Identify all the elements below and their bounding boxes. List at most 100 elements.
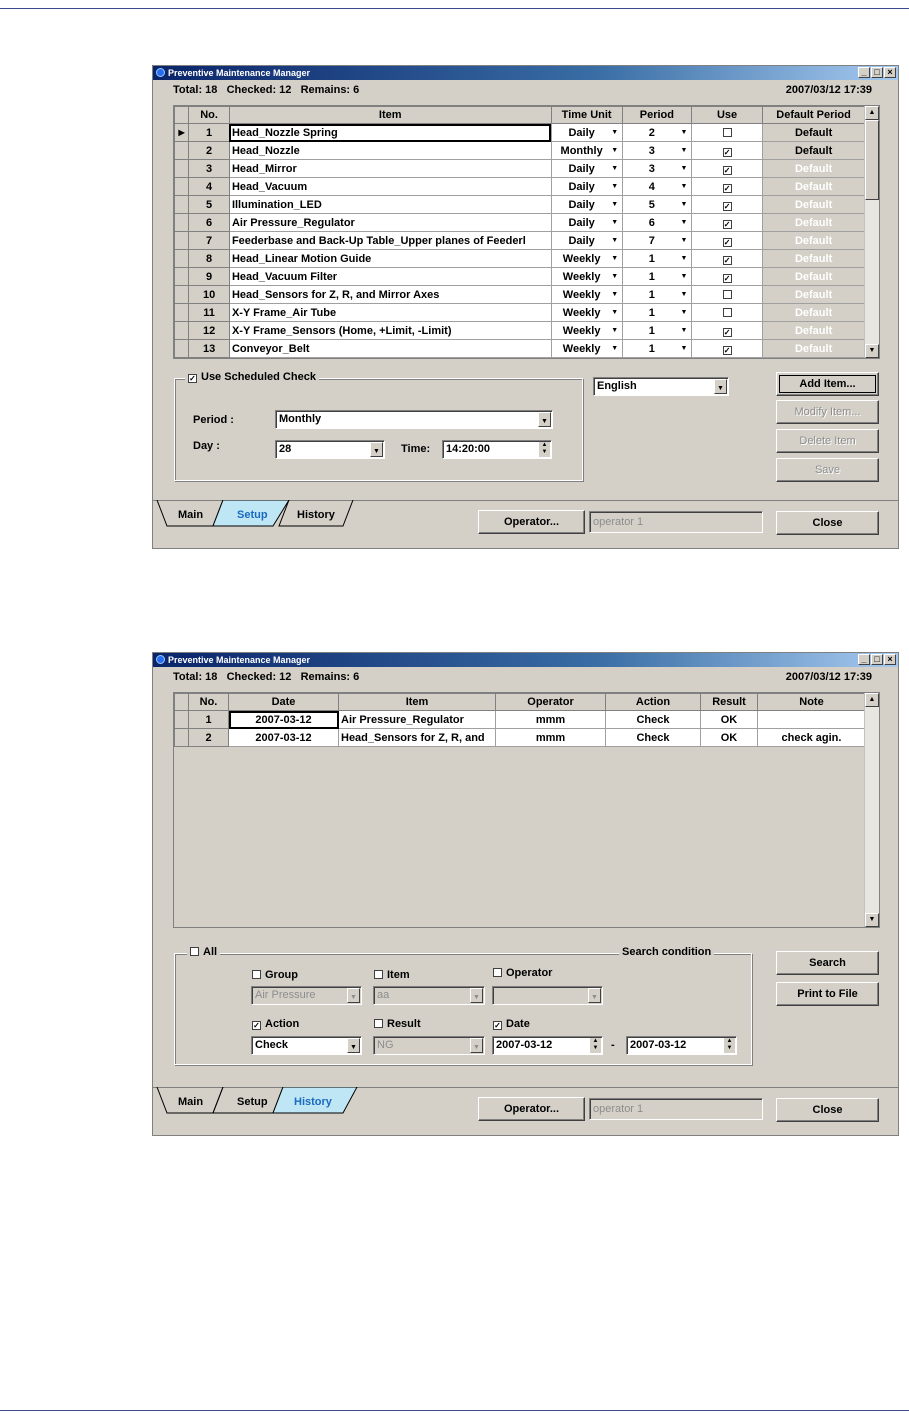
- row-selector[interactable]: [173, 159, 190, 178]
- minimize-icon[interactable]: _: [858, 654, 870, 665]
- result-option[interactable]: Result: [374, 1018, 421, 1030]
- chevron-down-icon[interactable]: ▼: [610, 255, 620, 262]
- use-checkbox[interactable]: ✓: [722, 327, 732, 337]
- close-button[interactable]: Close: [776, 511, 879, 535]
- cell-period[interactable]: 7 ▼: [621, 231, 692, 250]
- cell-result[interactable]: OK: [700, 728, 758, 747]
- use-checkbox[interactable]: ✓: [722, 273, 732, 283]
- scroll-down-icon[interactable]: ▼: [865, 913, 879, 927]
- cell-action[interactable]: Check: [605, 710, 701, 729]
- cell-time-unit[interactable]: Weekly ▼: [550, 267, 623, 286]
- chevron-down-icon[interactable]: ▼: [610, 237, 620, 244]
- use-checkbox[interactable]: ✓: [722, 345, 732, 355]
- cell-item[interactable]: Head_Nozzle: [228, 141, 552, 160]
- cell-use[interactable]: ✓: [690, 159, 764, 178]
- chevron-down-icon[interactable]: ▼: [679, 255, 689, 262]
- maximize-icon[interactable]: □: [871, 654, 883, 665]
- cell-use[interactable]: ✓: [690, 267, 764, 286]
- default-period-button[interactable]: Default: [762, 141, 865, 160]
- table-row[interactable]: 8 Head_Linear Motion Guide Weekly ▼ 1 ▼ ✓ Defau…: [173, 249, 865, 268]
- cell-period[interactable]: 1 ▼: [621, 285, 692, 304]
- use-checkbox[interactable]: ✓: [722, 147, 732, 157]
- col-operator[interactable]: Operator: [495, 693, 606, 711]
- cell-period[interactable]: 1 ▼: [621, 267, 692, 286]
- modify-item-button[interactable]: Modify Item...: [776, 400, 879, 424]
- group-option[interactable]: Group: [252, 969, 298, 981]
- row-selector[interactable]: [173, 195, 190, 214]
- chevron-down-icon[interactable]: ▼: [714, 379, 727, 394]
- cell-use[interactable]: [690, 285, 764, 304]
- cell-time-unit[interactable]: Weekly ▼: [550, 321, 623, 340]
- table-row[interactable]: 12 X-Y Frame_Sensors (Home, +Limit, -Limi…: [173, 321, 865, 340]
- chevron-down-icon[interactable]: ▼: [679, 309, 689, 316]
- cell-period[interactable]: 1 ▼: [621, 303, 692, 322]
- chevron-down-icon[interactable]: ▼: [679, 201, 689, 208]
- action-checkbox[interactable]: ✓: [252, 1021, 261, 1030]
- col-note[interactable]: Note: [757, 693, 866, 711]
- row-selector[interactable]: [173, 177, 190, 196]
- chevron-down-icon[interactable]: ▼: [610, 183, 620, 190]
- default-period-button[interactable]: Default: [762, 195, 865, 214]
- date-option[interactable]: ✓ Date: [493, 1018, 530, 1030]
- col-use[interactable]: Use: [690, 106, 764, 124]
- row-selector[interactable]: [174, 728, 189, 747]
- use-checkbox[interactable]: [722, 307, 732, 317]
- tab-main[interactable]: Main: [178, 509, 203, 521]
- cell-item[interactable]: X-Y Frame_Air Tube: [228, 303, 552, 322]
- col-item[interactable]: Item: [338, 693, 496, 711]
- cell-use[interactable]: [690, 123, 764, 142]
- grid-scrollbar[interactable]: ▲ ▼: [864, 693, 879, 927]
- default-period-button[interactable]: Default: [762, 249, 865, 268]
- table-row[interactable]: 11 X-Y Frame_Air Tube Weekly ▼ 1 ▼ Default: [173, 303, 865, 322]
- chevron-down-icon[interactable]: ▼: [679, 291, 689, 298]
- use-checkbox[interactable]: ✓: [722, 165, 732, 175]
- chevron-down-icon[interactable]: ▼: [610, 291, 620, 298]
- item-select[interactable]: aa ▼: [373, 986, 485, 1005]
- row-selector[interactable]: [173, 303, 190, 322]
- cell-use[interactable]: ✓: [690, 321, 764, 340]
- cell-item[interactable]: Head_Mirror: [228, 159, 552, 178]
- action-option[interactable]: ✓ Action: [252, 1018, 299, 1030]
- cell-item[interactable]: Conveyor_Belt: [228, 339, 552, 358]
- use-checkbox[interactable]: [722, 289, 732, 299]
- all-checkbox[interactable]: [190, 947, 199, 956]
- default-period-button[interactable]: Default: [762, 339, 865, 358]
- cell-use[interactable]: ✓: [690, 177, 764, 196]
- cell-use[interactable]: ✓: [690, 213, 764, 232]
- row-selector[interactable]: [173, 267, 190, 286]
- cell-use[interactable]: [690, 303, 764, 322]
- result-checkbox[interactable]: [374, 1019, 383, 1028]
- operator-button[interactable]: Operator...: [478, 1097, 585, 1121]
- col-action[interactable]: Action: [605, 693, 701, 711]
- table-row[interactable]: 7 Feederbase and Back-Up Table_Upper plan…: [173, 231, 865, 250]
- chevron-down-icon[interactable]: ▼: [679, 327, 689, 334]
- close-icon[interactable]: ×: [884, 654, 896, 665]
- default-period-button[interactable]: Default: [762, 213, 865, 232]
- schedule-time-input[interactable]: 14:20:00 ▲ ▼: [442, 440, 552, 459]
- tab-history[interactable]: History: [297, 509, 335, 521]
- cell-period[interactable]: 4 ▼: [621, 177, 692, 196]
- item-option[interactable]: Item: [374, 969, 410, 981]
- row-selector[interactable]: [173, 249, 190, 268]
- cell-item[interactable]: Air Pressure_Regulator: [338, 710, 496, 729]
- action-select[interactable]: Check ▼: [251, 1036, 362, 1055]
- chevron-down-icon[interactable]: ▼: [610, 309, 620, 316]
- cell-time-unit[interactable]: Daily ▼: [550, 231, 623, 250]
- all-option[interactable]: All: [187, 946, 221, 958]
- row-selector[interactable]: [173, 339, 190, 358]
- cell-period[interactable]: 5 ▼: [621, 195, 692, 214]
- row-selector[interactable]: [173, 321, 190, 340]
- chevron-down-icon[interactable]: ▼: [610, 147, 620, 154]
- cell-result[interactable]: OK: [700, 710, 758, 729]
- item-checkbox[interactable]: [374, 970, 383, 979]
- scroll-up-icon[interactable]: ▲: [865, 693, 879, 707]
- default-period-button[interactable]: Default: [762, 321, 865, 340]
- cell-date[interactable]: 2007-03-12: [228, 710, 339, 729]
- use-checkbox[interactable]: ✓: [722, 237, 732, 247]
- add-item-button[interactable]: Add Item...: [776, 372, 879, 396]
- chevron-down-icon[interactable]: ▼: [610, 165, 620, 172]
- cell-time-unit[interactable]: Weekly ▼: [550, 303, 623, 322]
- search-button[interactable]: Search: [776, 951, 879, 975]
- cell-period[interactable]: 6 ▼: [621, 213, 692, 232]
- table-row[interactable]: ▶ 1 Head_Nozzle Spring Daily ▼ 2 ▼ Default: [173, 123, 865, 142]
